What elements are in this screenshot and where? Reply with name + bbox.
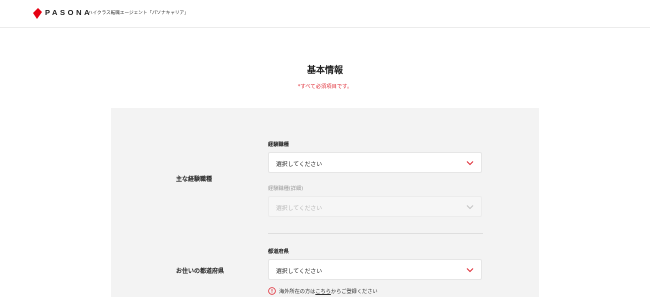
job-detail-label: 経験職種(詳細) (268, 186, 304, 192)
logo-text[interactable]: PASONA (45, 8, 92, 17)
notice-suffix: からご登録ください (330, 289, 378, 295)
notice-text: 海外所在の方はこちらからご登録ください (279, 288, 378, 295)
section-divider (268, 233, 483, 234)
job-detail-select-value: 選択してください (276, 206, 323, 212)
prefecture-select[interactable]: 選択してください (268, 259, 482, 280)
site-header: PASONA ハイクラス転職エージェント「パソナキャリア」 (0, 0, 650, 28)
job-type-select-value: 選択してください (276, 162, 323, 168)
required-note: *すべて必須項目です。 (297, 84, 353, 90)
job-type-select[interactable]: 選択してください (268, 152, 482, 173)
job-type-label: 経験職種 (268, 142, 289, 148)
prefecture-label: 都道府県 (268, 249, 289, 255)
experience-section-label: 主な経験職種 (176, 176, 213, 183)
alert-circle-icon (268, 287, 276, 295)
overseas-registration-link[interactable]: こちら (315, 289, 331, 295)
chevron-down-icon (466, 161, 474, 166)
residence-section-label: お住いの都道府県 (176, 268, 225, 275)
page-title: 基本情報 (306, 66, 343, 76)
chevron-down-icon (466, 205, 474, 210)
prefecture-select-value: 選択してください (276, 269, 323, 275)
pasona-logo-icon (33, 8, 42, 19)
notice-prefix: 海外所在の方は (279, 289, 316, 295)
job-detail-select[interactable]: 選択してください (268, 196, 482, 217)
header-tagline: ハイクラス転職エージェント「パソナキャリア」 (88, 10, 189, 16)
chevron-down-icon (466, 268, 474, 273)
